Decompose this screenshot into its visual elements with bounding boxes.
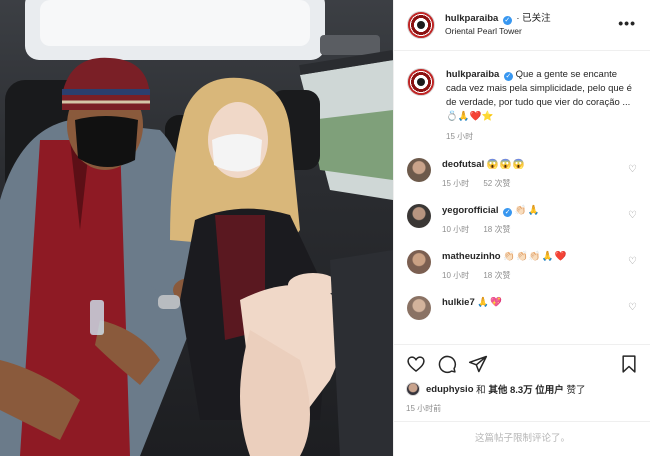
verified-badge-icon: ✓ [502, 16, 512, 25]
post-image [0, 0, 393, 456]
comment-likes[interactable]: 18 次赞 [483, 271, 510, 280]
commenter-avatar[interactable] [407, 296, 431, 320]
comment-item: deofutsal 😱😱😱 15 小时 52 次赞 ♡ [407, 158, 641, 190]
comment-item: yegorofficial ✓ 👏🏻🙏 10 小时 18 次赞 ♡ [407, 204, 641, 236]
comment-time[interactable]: 10 小时 [442, 225, 469, 234]
follow-status[interactable]: · 已关注 [516, 13, 550, 24]
author-username[interactable]: hulkparaiba [445, 13, 498, 24]
comment-icon[interactable] [437, 354, 457, 374]
comment-item: hulkie7 🙏💖 ♡ [407, 296, 641, 320]
caption-time[interactable]: 15 小时 [446, 132, 473, 141]
share-icon[interactable] [468, 354, 488, 374]
commenter-username[interactable]: hulkie7 [442, 297, 475, 308]
heart-icon[interactable] [406, 354, 426, 374]
likes-others[interactable]: 其他 8.3万 位用户 [488, 382, 564, 396]
comment-time[interactable]: 15 小时 [442, 179, 469, 188]
comment-time[interactable]: 10 小时 [442, 271, 469, 280]
post-header: hulkparaiba ✓ · 已关注 Oriental Pearl Tower… [394, 0, 650, 51]
verified-badge-icon: ✓ [503, 72, 513, 81]
commenter-username[interactable]: yegorofficial [442, 205, 499, 216]
comment-likes[interactable]: 52 次赞 [483, 179, 510, 188]
comment-text: 👏🏻🙏 [514, 205, 541, 216]
likes-suffix: 赞了 [566, 385, 586, 396]
liker-username[interactable]: eduphysio [426, 384, 474, 395]
commenter-username[interactable]: matheuzinho [442, 251, 501, 262]
liker-avatar[interactable] [406, 382, 420, 396]
bookmark-icon[interactable] [619, 354, 639, 374]
author-info: hulkparaiba ✓ · 已关注 Oriental Pearl Tower [445, 12, 551, 38]
location-link[interactable]: Oriental Pearl Tower [445, 25, 551, 38]
author-avatar[interactable] [407, 11, 435, 39]
comment-like-icon[interactable]: ♡ [628, 164, 637, 175]
commenter-avatar[interactable] [407, 250, 431, 274]
caption-avatar[interactable] [407, 68, 435, 96]
comments-list[interactable]: hulkparaiba ✓ Que a gente se encante cad… [394, 52, 650, 344]
comment-like-icon[interactable]: ♡ [628, 256, 637, 267]
commenter-avatar[interactable] [407, 204, 431, 228]
post-photo[interactable] [0, 0, 393, 456]
action-bar: eduphysio 和 其他 8.3万 位用户 赞了 15 小时前 [394, 344, 650, 414]
verified-badge-icon: ✓ [503, 208, 513, 217]
comment-item: matheuzinho 👏🏻👏🏻👏🏻🙏❤️ 10 小时 18 次赞 ♡ [407, 250, 641, 282]
commenter-avatar[interactable] [407, 158, 431, 182]
comment-text: 😱😱😱 [486, 159, 526, 170]
more-options-icon[interactable]: ••• [618, 15, 636, 31]
comments-disabled-notice: 这篇帖子限制评论了。 [394, 421, 650, 456]
comment-like-icon[interactable]: ♡ [628, 302, 637, 313]
comment-text: 👏🏻👏🏻👏🏻🙏❤️ [503, 251, 568, 262]
caption-username[interactable]: hulkparaiba [446, 69, 499, 80]
likes-connector: 和 [476, 385, 486, 396]
comment-text: 🙏💖 [477, 297, 504, 308]
post-panel: hulkparaiba ✓ · 已关注 Oriental Pearl Tower… [393, 0, 650, 456]
commenter-username[interactable]: deofutsal [442, 159, 484, 170]
comment-likes[interactable]: 18 次赞 [483, 225, 510, 234]
post-timestamp[interactable]: 15 小时前 [406, 403, 639, 414]
caption: hulkparaiba ✓ Que a gente se encante cad… [407, 68, 641, 144]
comment-like-icon[interactable]: ♡ [628, 210, 637, 221]
likes-summary: eduphysio 和 其他 8.3万 位用户 赞了 [406, 382, 639, 396]
